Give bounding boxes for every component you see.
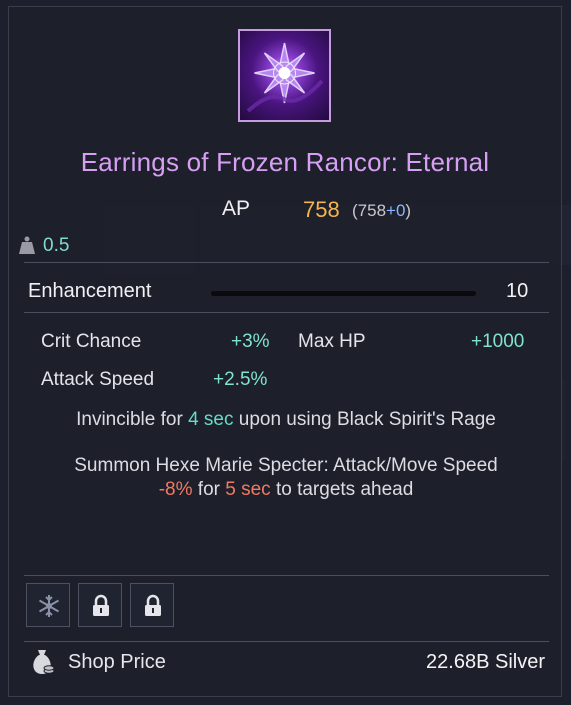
ap-value: 758	[303, 197, 340, 222]
crystal-slot-1[interactable]	[26, 583, 70, 627]
effect-summon-post: to targets ahead	[270, 479, 414, 500]
weight-row: 0.5	[19, 235, 69, 257]
lock-icon	[145, 594, 161, 616]
stat-value-attack-speed: +2.5%	[213, 369, 268, 390]
effect-invincible-pre: Invincible for	[76, 409, 189, 430]
crystal-slot-2[interactable]	[78, 583, 122, 627]
ap-row: AP 758 (758+0)	[9, 197, 561, 227]
crystal-slot-3[interactable]	[130, 583, 174, 627]
divider	[24, 312, 549, 313]
weight-icon	[19, 236, 35, 254]
enhancement-bar	[211, 291, 476, 296]
stat-label-crit-chance: Crit Chance	[41, 331, 142, 352]
divider	[24, 641, 549, 642]
effect-invincible-post: upon using Black Spirit's Rage	[233, 409, 496, 430]
frost-flower-icon	[246, 42, 324, 113]
item-title: Earrings of Frozen Rancor: Eternal	[80, 147, 490, 177]
weight-value: 0.5	[43, 235, 70, 256]
effect-summon-duration: 5 sec	[225, 479, 271, 500]
ap-bonus: +0	[386, 201, 406, 220]
enhancement-bar-fill	[211, 291, 476, 296]
ap-base: (758	[352, 201, 387, 220]
enhancement-value: 10	[506, 280, 529, 302]
money-bag-icon	[33, 650, 55, 674]
divider	[24, 262, 549, 263]
divider	[24, 575, 549, 576]
shop-price-label: Shop Price	[68, 651, 166, 673]
ap-close: )	[405, 201, 412, 220]
shop-price-row: Shop Price 22.68B Silver	[9, 648, 561, 678]
effect-invincible: Invincible for 4 sec upon using Black Sp…	[9, 408, 563, 432]
ap-breakdown: (758+0)	[352, 201, 411, 221]
effect-summon-line1: Summon Hexe Marie Specter: Attack/Move S…	[74, 455, 498, 476]
effect-summon-line2: -8% for 5 sec to targets ahead	[9, 478, 563, 502]
effect-summon-amount: -8%	[158, 479, 193, 500]
lock-icon	[93, 594, 109, 616]
stat-label-max-hp: Max HP	[298, 331, 366, 352]
effect-summon: Summon Hexe Marie Specter: Attack/Move S…	[9, 454, 563, 502]
shop-price-value: 22.68B Silver	[426, 651, 545, 673]
item-tooltip: Earrings of Frozen Rancor: Eternal AP 75…	[8, 6, 562, 697]
stat-label-attack-speed: Attack Speed	[41, 369, 155, 390]
stat-value-crit-chance: +3%	[231, 331, 270, 352]
effect-invincible-duration: 4 sec	[188, 409, 234, 430]
effect-summon-mid: for	[192, 479, 226, 500]
item-icon[interactable]	[238, 29, 331, 122]
ap-label: AP	[222, 197, 251, 220]
snowflake-crystal-icon	[38, 595, 60, 617]
enhancement-label: Enhancement	[28, 280, 152, 302]
stat-value-max-hp: +1000	[471, 331, 525, 352]
